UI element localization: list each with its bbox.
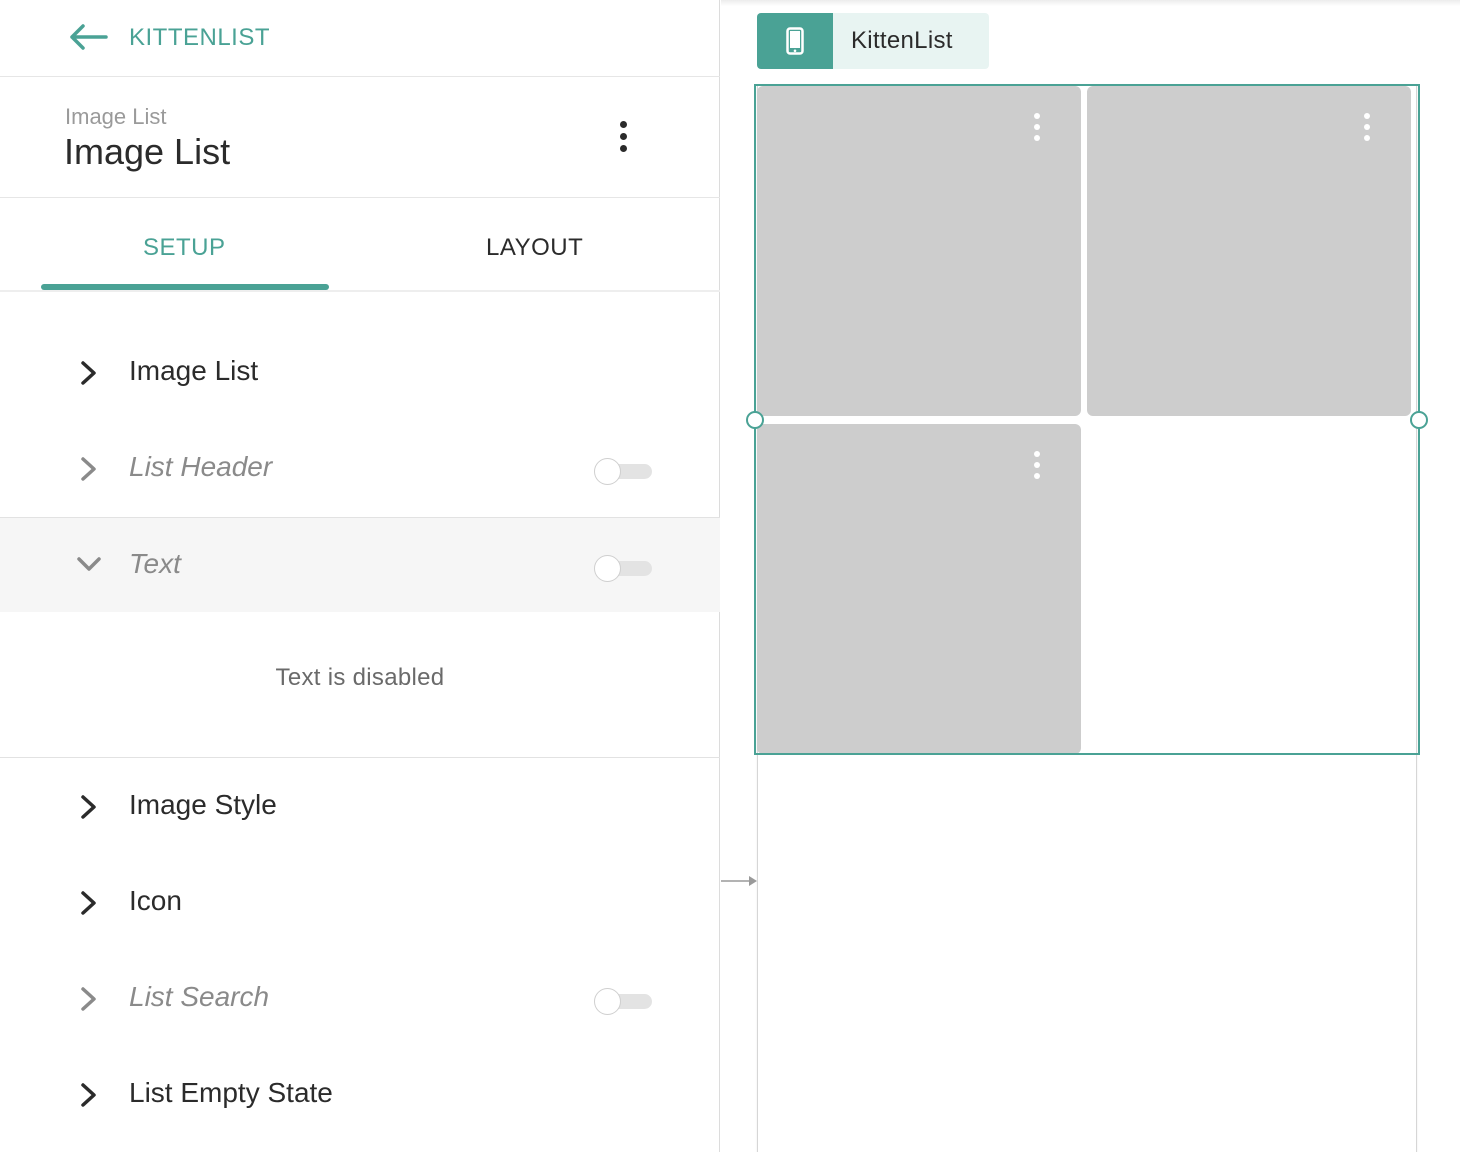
- section-label: Icon: [129, 885, 182, 916]
- top-shadow: [721, 0, 1460, 6]
- section-label: List Header: [129, 451, 273, 482]
- list-search-toggle[interactable]: [594, 988, 652, 1015]
- tab-layout[interactable]: LAYOUT: [486, 234, 583, 262]
- section-image-style[interactable]: Image Style: [0, 759, 720, 855]
- canvas-preview: KittenList: [721, 0, 1460, 1152]
- component-header: Image List Image List: [0, 77, 720, 198]
- more-options-icon[interactable]: [608, 117, 640, 157]
- disabled-message: Text is disabled: [275, 664, 445, 691]
- selection-outline: [754, 84, 1420, 755]
- component-name[interactable]: Image List: [64, 131, 230, 173]
- list-header-toggle[interactable]: [594, 458, 652, 485]
- tab-bar: SETUP LAYOUT: [0, 198, 720, 292]
- chevron-right-icon: [81, 891, 96, 915]
- properties-panel: KITTENLIST Image List Image List SETUP L…: [0, 0, 720, 1152]
- chevron-right-icon: [81, 795, 96, 819]
- chevron-right-icon: [81, 987, 96, 1011]
- section-label: Image Style: [129, 789, 277, 820]
- section-label: List Search: [129, 981, 270, 1012]
- arrow-right-icon: [721, 876, 757, 886]
- resize-handle-left[interactable]: [746, 411, 764, 429]
- section-text[interactable]: Text: [0, 517, 720, 612]
- section-label: Text: [129, 548, 181, 579]
- back-arrow-icon[interactable]: [68, 22, 108, 52]
- section-image-list[interactable]: Image List: [0, 325, 720, 421]
- chevron-right-icon: [81, 457, 96, 481]
- chevron-right-icon: [81, 361, 96, 385]
- screen-chip[interactable]: KittenList: [757, 13, 989, 69]
- active-tab-indicator: [41, 284, 329, 290]
- section-list-empty-state[interactable]: List Empty State: [0, 1047, 720, 1143]
- top-bar: KITTENLIST: [0, 0, 720, 77]
- section-list-search[interactable]: List Search: [0, 951, 720, 1047]
- section-list-header[interactable]: List Header: [0, 421, 720, 517]
- resize-handle-right[interactable]: [1410, 411, 1428, 429]
- chevron-down-icon: [77, 557, 101, 571]
- back-link[interactable]: KITTENLIST: [129, 24, 270, 52]
- text-section-body: Text is disabled: [0, 612, 720, 758]
- section-label: Image List: [129, 355, 259, 386]
- component-type: Image List: [65, 104, 167, 129]
- tab-setup[interactable]: SETUP: [143, 234, 226, 262]
- section-icon[interactable]: Icon: [0, 855, 720, 951]
- text-toggle[interactable]: [594, 555, 652, 582]
- mobile-phone-icon: [786, 27, 804, 55]
- screen-name: KittenList: [851, 27, 953, 54]
- section-label: List Empty State: [129, 1077, 333, 1108]
- chevron-right-icon: [81, 1083, 96, 1107]
- chip-icon-box: [757, 13, 833, 69]
